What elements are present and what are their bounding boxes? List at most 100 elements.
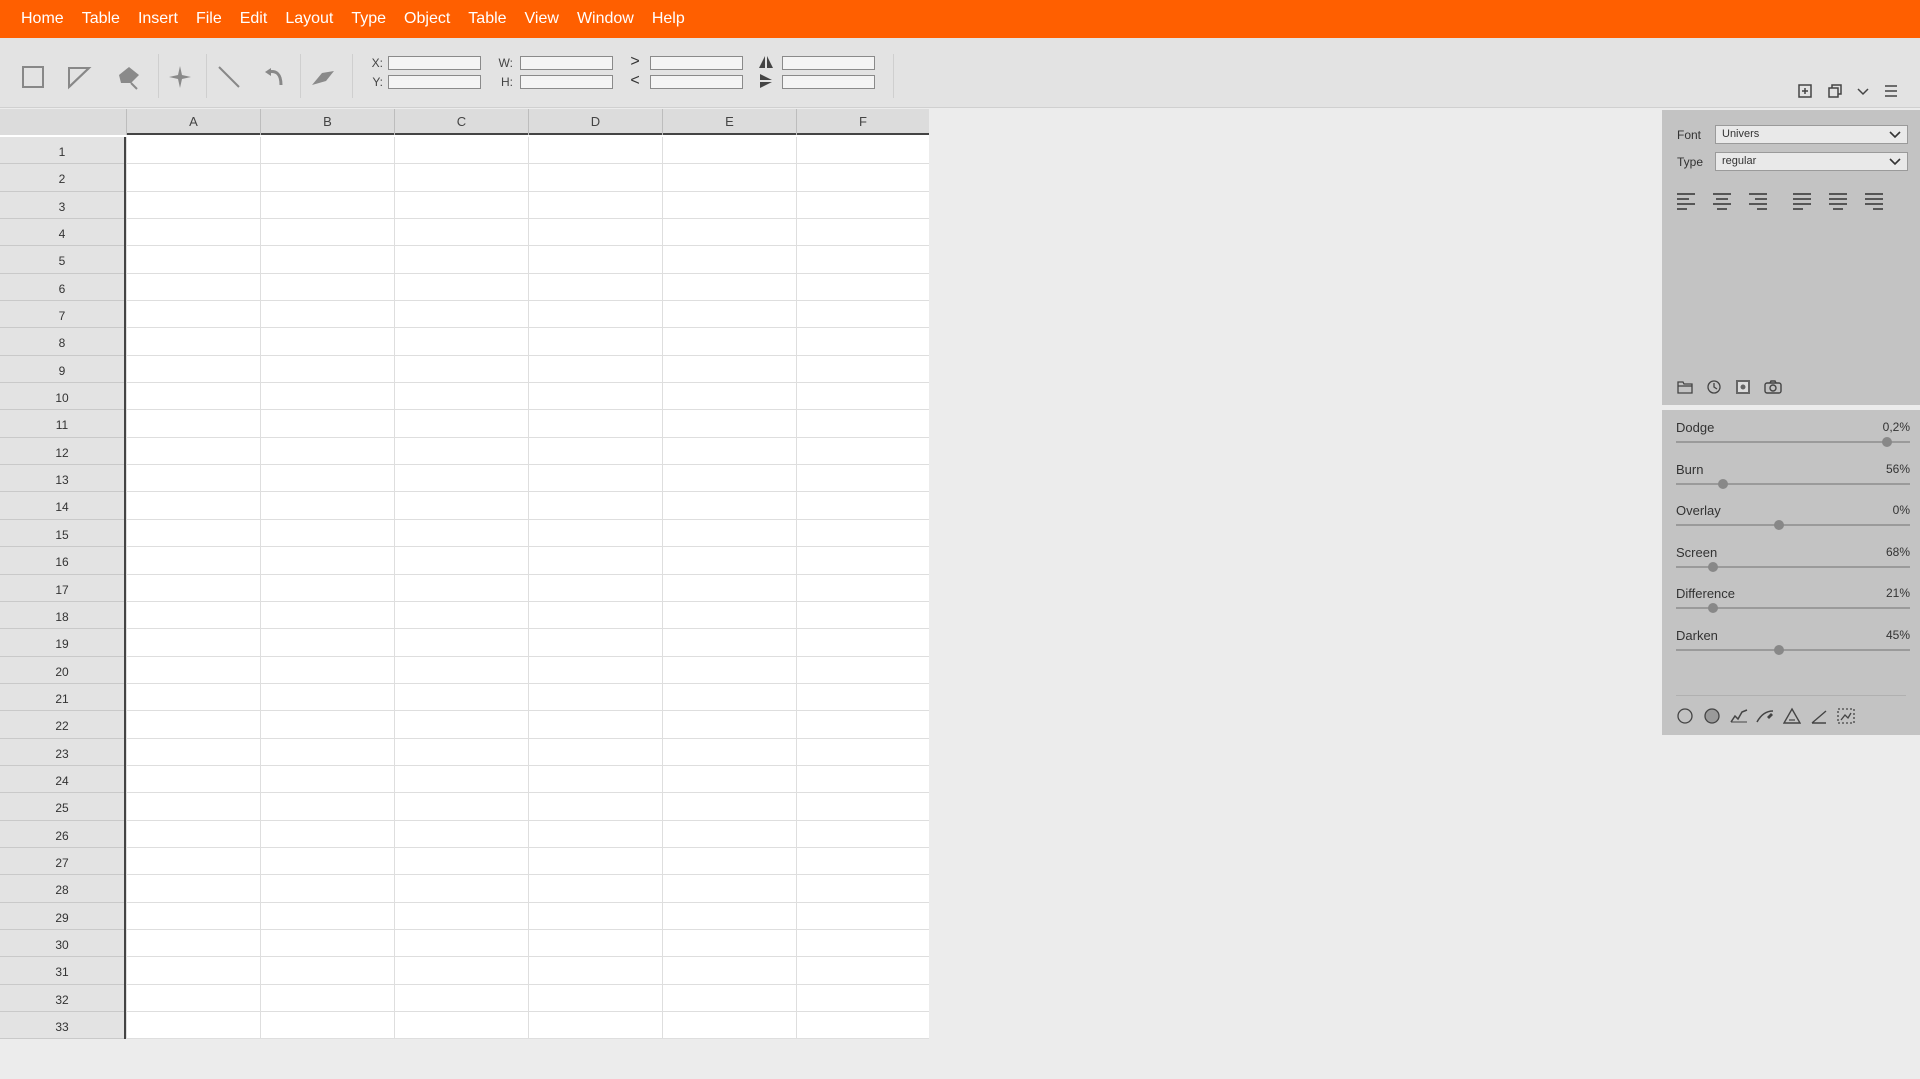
cell-e13[interactable] [662,465,796,492]
cell-d32[interactable] [528,984,662,1011]
cell-e5[interactable] [662,246,796,273]
field-5-input[interactable] [782,56,875,70]
row-header[interactable]: 16 [0,547,124,575]
field-6-input[interactable] [782,75,875,89]
cell-e6[interactable] [662,273,796,301]
menu-table-2[interactable]: Table [459,2,515,36]
cell-e16[interactable] [662,547,796,574]
selection-marquee-icon[interactable] [1835,705,1857,727]
cell-b26[interactable] [260,820,394,847]
row-header[interactable]: 10 [0,383,124,411]
cell-d30[interactable] [528,929,662,957]
cell-b6[interactable] [260,273,394,301]
cell-c16[interactable] [394,547,528,574]
cell-c11[interactable] [394,410,528,437]
column-header-f[interactable]: F [796,109,929,135]
cell-e30[interactable] [662,929,796,957]
row-header[interactable]: 28 [0,875,124,903]
cell-f28[interactable] [796,875,929,902]
cell-a32[interactable] [126,984,260,1011]
cell-c10[interactable] [394,383,528,410]
cell-f22[interactable] [796,711,929,738]
cell-c12[interactable] [394,437,528,465]
row-header[interactable]: 24 [0,766,124,794]
slider-thumb[interactable] [1708,562,1719,572]
cell-a23[interactable] [126,738,260,765]
cell-e24[interactable] [662,765,796,793]
cell-b12[interactable] [260,437,394,465]
rectangle-tool-icon[interactable] [16,60,50,94]
row-header[interactable]: 14 [0,492,124,520]
field-4-input[interactable] [650,75,743,89]
slider-track[interactable] [1676,437,1910,447]
cell-f21[interactable] [796,683,929,711]
cell-c8[interactable] [394,328,528,355]
cell-a5[interactable] [126,246,260,273]
x-input[interactable] [388,56,481,70]
cell-c2[interactable] [394,164,528,191]
slider-track[interactable] [1676,479,1910,489]
cell-a1[interactable] [126,137,260,164]
cell-e15[interactable] [662,519,796,547]
cell-b16[interactable] [260,547,394,574]
cell-d16[interactable] [528,547,662,574]
cell-e10[interactable] [662,383,796,410]
cell-b15[interactable] [260,519,394,547]
cell-c21[interactable] [394,683,528,711]
pen-curve-icon[interactable] [1754,705,1776,727]
cell-a27[interactable] [126,847,260,875]
row-header[interactable]: 7 [0,301,124,329]
column-header-a[interactable]: A [126,109,260,135]
cell-e1[interactable] [662,137,796,164]
cell-c9[interactable] [394,355,528,383]
font-select[interactable]: Univers [1715,125,1908,144]
cell-d20[interactable] [528,656,662,683]
slider-track[interactable] [1676,603,1910,613]
cell-b31[interactable] [260,957,394,984]
menu-file[interactable]: File [187,2,231,36]
cell-c27[interactable] [394,847,528,875]
cell-d10[interactable] [528,383,662,410]
slider-thumb[interactable] [1717,479,1728,489]
cell-c4[interactable] [394,219,528,246]
cell-e12[interactable] [662,437,796,465]
cell-e28[interactable] [662,875,796,902]
align-left-icon[interactable] [1675,190,1697,212]
cell-c28[interactable] [394,875,528,902]
row-header[interactable]: 32 [0,985,124,1012]
cell-f7[interactable] [796,301,929,328]
cell-e26[interactable] [662,820,796,847]
row-header[interactable]: 12 [0,438,124,466]
circle-outline-icon[interactable] [1674,705,1696,727]
column-header-c[interactable]: C [394,109,528,135]
cell-e21[interactable] [662,683,796,711]
cell-c14[interactable] [394,492,528,519]
cell-c5[interactable] [394,246,528,273]
cell-d18[interactable] [528,601,662,629]
column-header-e[interactable]: E [662,109,796,135]
cell-f27[interactable] [796,847,929,875]
cell-a2[interactable] [126,164,260,191]
cell-d5[interactable] [528,246,662,273]
cell-a28[interactable] [126,875,260,902]
cell-c19[interactable] [394,629,528,656]
height-input[interactable] [520,75,613,89]
image-icon[interactable] [1733,377,1753,397]
cell-b24[interactable] [260,765,394,793]
cell-d24[interactable] [528,765,662,793]
rotate-tool-icon[interactable] [258,60,292,94]
cell-f3[interactable] [796,191,929,219]
cell-d27[interactable] [528,847,662,875]
line-tool-icon[interactable] [212,60,246,94]
cell-f2[interactable] [796,164,929,191]
cell-c13[interactable] [394,465,528,492]
justify-center-icon[interactable] [1827,190,1849,212]
cell-a9[interactable] [126,355,260,383]
cell-a6[interactable] [126,273,260,301]
cell-f29[interactable] [796,902,929,929]
cell-e7[interactable] [662,301,796,328]
cell-f25[interactable] [796,793,929,820]
cell-b29[interactable] [260,902,394,929]
cell-b18[interactable] [260,601,394,629]
slider-thumb[interactable] [1773,645,1784,655]
